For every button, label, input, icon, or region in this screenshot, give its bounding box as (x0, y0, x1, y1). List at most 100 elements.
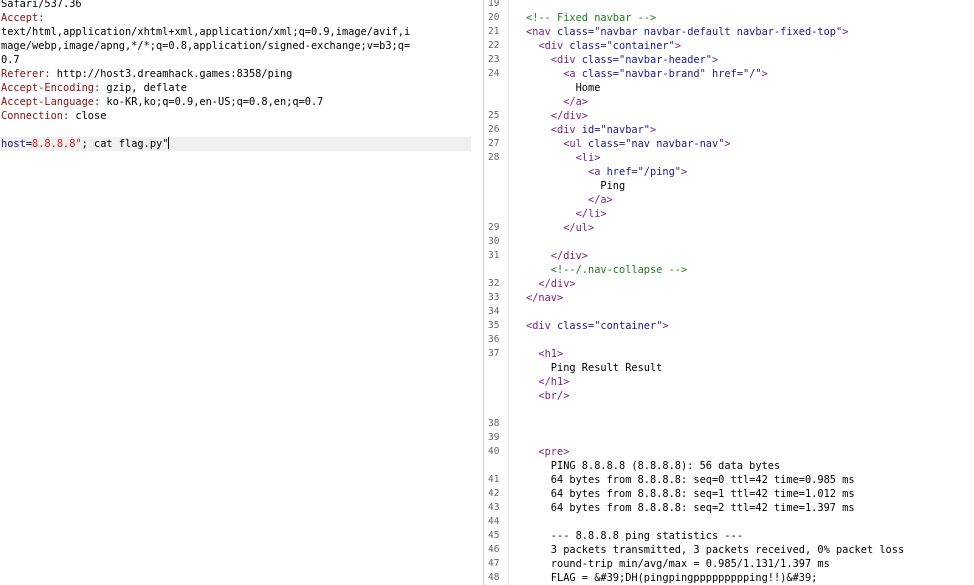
line-number: 35 (488, 320, 500, 331)
html-tag: > (681, 166, 688, 178)
code-line[interactable]: <pre> (526, 445, 569, 459)
line-number: 23 (488, 54, 500, 65)
code-line[interactable]: </div> (526, 109, 588, 123)
code-line[interactable]: </nav> (526, 291, 563, 305)
attribute-value: "navbar" (600, 124, 651, 136)
code-line[interactable]: <br/> (526, 389, 569, 403)
code-line[interactable]: 64 bytes from 8.8.8.8: seq=1 ttl=42 time… (526, 487, 855, 501)
request-line[interactable]: mage/webp,image/apng,*/*;q=0.8,applicati… (1, 39, 410, 53)
code-line[interactable]: round-trip min/avg/max = 0.985/1.131/1.3… (526, 557, 830, 571)
html-attribute: class= (557, 26, 595, 38)
line-number: 19 (488, 0, 500, 9)
html-tag: </a> (526, 96, 588, 108)
html-tag: </div> (526, 110, 588, 122)
code-line[interactable]: <a class="navbar-brand" href="/"> (526, 67, 768, 81)
header-name: Connection: (1, 110, 70, 122)
code-line[interactable]: --- 8.8.8.8 ping statistics --- (526, 529, 743, 543)
code-line[interactable]: 3 packets transmitted, 3 packets receive… (526, 543, 904, 557)
line-number: 41 (488, 474, 500, 485)
html-tag: <a (526, 68, 582, 80)
request-line[interactable]: Safari/537.36 (1, 0, 82, 11)
code-line[interactable]: <div class="navbar-header"> (526, 53, 718, 67)
html-tag: <li> (526, 152, 601, 164)
header-value: close (69, 110, 107, 122)
html-tag: </h1> (526, 376, 570, 388)
line-number: 27 (488, 138, 500, 149)
code-line[interactable]: <div class="container"> (526, 39, 681, 53)
code-line[interactable]: FLAG = &#39;DH(pingpingppppppppping!!)&#… (526, 571, 818, 585)
line-number: 30 (488, 236, 500, 247)
text-content: round-trip min/avg/max = 0.985/1.131/1.3… (526, 558, 830, 570)
code-line[interactable]: <div id="navbar"> (526, 123, 656, 137)
request-editor-pane[interactable]: Safari/537.36 Accept: text/html,applicatio… (0, 0, 480, 585)
html-tag: > (650, 124, 657, 136)
html-tag: <a (526, 166, 607, 178)
line-number: 22 (488, 40, 500, 51)
text-content: Home (526, 82, 601, 94)
code-line[interactable]: </h1> (526, 375, 569, 389)
html-attribute: class= (569, 40, 607, 52)
html-tag: </li> (526, 208, 607, 220)
request-line[interactable]: Referer: http://host3.dreamhack.games:83… (1, 67, 292, 81)
html-tag: > (842, 26, 849, 38)
html-tag: </nav> (526, 292, 564, 304)
html-tag: </div> (526, 278, 576, 290)
html-tag: <ul (526, 138, 588, 150)
line-number: 46 (488, 544, 500, 555)
code-line[interactable]: <nav class="navbar navbar-default navbar… (526, 25, 848, 39)
header-value: gzip, deflate (100, 82, 187, 94)
line-number: 28 (488, 152, 500, 163)
code-line[interactable]: <ul class="nav navbar-nav"> (526, 137, 730, 151)
line-number: 44 (488, 516, 500, 527)
code-line[interactable]: Ping Result Result (526, 361, 663, 375)
line-number-gutter: 19 20 21 22 23 24 25 26 27 28 29 30 31 32 33 34 35 36 37 38… (484, 0, 508, 585)
request-line[interactable]: Accept-Encoding: gzip, deflate (1, 81, 187, 95)
header-value: Safari/537.36 (1, 0, 82, 10)
text-content: Ping (526, 180, 626, 192)
text-caret (168, 137, 170, 149)
request-line[interactable]: 0.7 (1, 53, 20, 67)
body-param-name: host (1, 138, 26, 150)
code-line[interactable]: </div> (526, 277, 576, 291)
html-tag: <div (526, 124, 582, 136)
code-line[interactable]: <li> (526, 151, 601, 165)
attribute-value: "navbar-header" (619, 54, 712, 66)
code-line[interactable]: <a href="/ping"> (526, 165, 687, 179)
line-number: 25 (488, 110, 500, 121)
text-content: 64 bytes from 8.8.8.8: seq=1 ttl=42 time… (526, 488, 855, 500)
code-line[interactable]: </ul> (526, 221, 594, 235)
code-line[interactable]: 64 bytes from 8.8.8.8: seq=2 ttl=42 time… (526, 501, 855, 515)
code-line[interactable]: <!--/.nav-collapse --> (526, 263, 687, 277)
attribute-value: "container" (606, 40, 675, 52)
request-line[interactable]: Accept-Language: ko-KR,ko;q=0.9,en-US;q=… (1, 95, 323, 109)
code-line[interactable]: <div class="container"> (526, 319, 669, 333)
gutter-separator (508, 0, 509, 585)
code-line[interactable]: </a> (526, 95, 588, 109)
attribute-value: "navbar navbar-default navbar-fixed-top" (594, 26, 843, 38)
html-attribute: class= (588, 138, 626, 150)
code-line[interactable]: PING 8.8.8.8 (8.8.8.8): 56 data bytes (526, 459, 780, 473)
request-body-line[interactable]: host=8.8.8.8"; cat flag.py" (1, 137, 170, 151)
text-content: --- 8.8.8.8 ping statistics --- (526, 530, 743, 542)
code-line[interactable]: 64 bytes from 8.8.8.8: seq=0 ttl=42 time… (526, 473, 855, 487)
request-line[interactable]: Connection: close (1, 109, 106, 123)
request-line[interactable]: Accept: (1, 11, 44, 25)
html-tag: <br/> (526, 390, 570, 402)
code-line[interactable]: </li> (526, 207, 607, 221)
code-line[interactable]: Home (526, 81, 601, 95)
html-tag: </div> (526, 250, 588, 262)
request-line[interactable]: text/html,application/xhtml+xml,applicat… (1, 25, 410, 39)
code-line[interactable]: <!-- Fixed navbar --> (526, 11, 656, 25)
header-value: text/html,application/xhtml+xml,applicat… (1, 26, 411, 38)
line-number: 26 (488, 124, 500, 135)
line-number: 47 (488, 558, 500, 569)
code-line[interactable]: </div> (526, 249, 588, 263)
html-tag: <div (526, 320, 557, 332)
response-viewer-pane[interactable]: 19 20 21 22 23 24 25 26 27 28 29 30 31 32 33 34 35 36 37 38… (484, 0, 974, 585)
code-line[interactable]: </a> (526, 193, 613, 207)
line-number: 38 (488, 418, 500, 429)
code-line[interactable]: <h1> (526, 347, 563, 361)
header-name: Accept: (1, 12, 45, 24)
code-line[interactable]: Ping (526, 179, 625, 193)
text-content: PING 8.8.8.8 (8.8.8.8): 56 data bytes (526, 460, 781, 472)
